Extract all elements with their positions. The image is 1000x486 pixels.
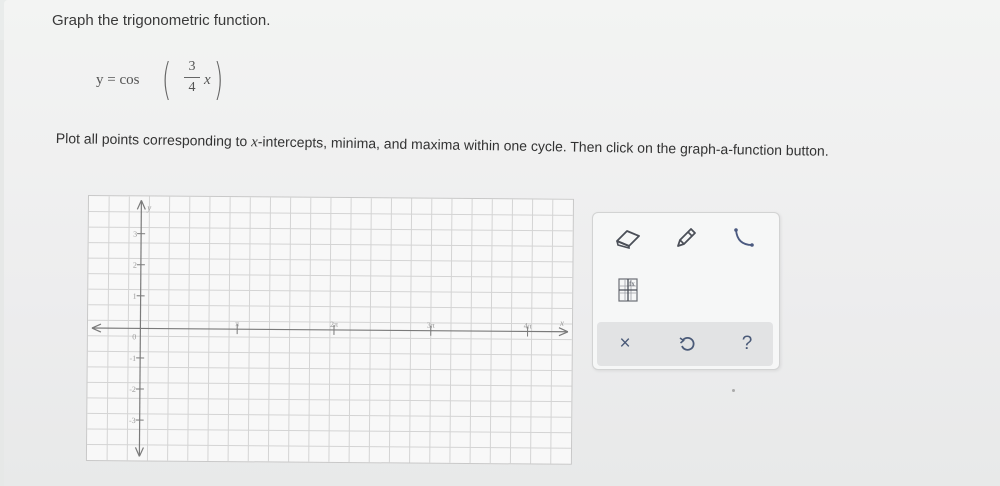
graph-canvas[interactable]: y x π 2π 3π 4π 3 2 1 0 -1 -2 -3 — [87, 196, 573, 464]
left-paren: ( — [161, 54, 172, 105]
undo-icon — [679, 336, 695, 351]
y-tick-label: -2 — [129, 385, 136, 394]
formula-variable: x — [204, 72, 211, 88]
fraction-numerator: 3 — [188, 59, 196, 74]
svg-text:fx: fx — [629, 280, 635, 288]
x-tick-label: 3π — [427, 321, 435, 330]
x-axis-label: x — [559, 318, 564, 328]
y-tick-label: -1 — [129, 354, 136, 363]
instruction-text: Plot all points corresponding to x-inter… — [56, 130, 1000, 164]
undo-button[interactable] — [673, 330, 701, 358]
y-tick-label: 0 — [132, 332, 136, 341]
x-tick-label: 2π — [330, 320, 338, 329]
instruction-pre: Plot all points corresponding to — [55, 130, 252, 150]
clear-button[interactable]: × — [611, 330, 639, 358]
graph-function-icon: fx — [618, 278, 638, 302]
formula-lhs: y = cos — [96, 72, 140, 88]
stray-mark — [732, 389, 735, 392]
fraction-bar — [184, 77, 200, 78]
question-title: Graph the trigonometric function. — [52, 12, 271, 29]
x-tick-label: π — [235, 319, 239, 328]
fraction: 3 4 — [184, 58, 200, 97]
pencil-icon — [677, 228, 696, 247]
graph-area[interactable]: y x π 2π 3π 4π 3 2 1 0 -1 -2 -3 — [85, 195, 574, 465]
pencil-tool[interactable] — [669, 223, 703, 253]
instruction-post: -intercepts, minima, and maxima within o… — [257, 133, 829, 159]
help-button[interactable]: ? — [733, 330, 761, 358]
graph-function-button[interactable]: fx — [611, 275, 645, 305]
curve-tool[interactable] — [727, 223, 761, 253]
x-tick-label: 4π — [524, 321, 532, 330]
question-page: Graph the trigonometric function. y = co… — [4, 0, 1000, 486]
eraser-tool[interactable] — [611, 223, 645, 253]
curve-icon — [734, 228, 754, 247]
y-tick-label: 3 — [133, 230, 137, 239]
eraser-icon — [616, 230, 640, 249]
tool-panel: fx × ? — [592, 212, 780, 370]
right-paren: ) — [213, 54, 224, 105]
fraction-denominator: 4 — [188, 80, 196, 95]
y-axis-label: y — [146, 202, 151, 212]
y-tick-label: 2 — [133, 261, 137, 270]
y-tick-label: 1 — [133, 292, 137, 301]
action-bar: × ? — [597, 322, 773, 366]
y-tick-label: -3 — [129, 416, 136, 425]
